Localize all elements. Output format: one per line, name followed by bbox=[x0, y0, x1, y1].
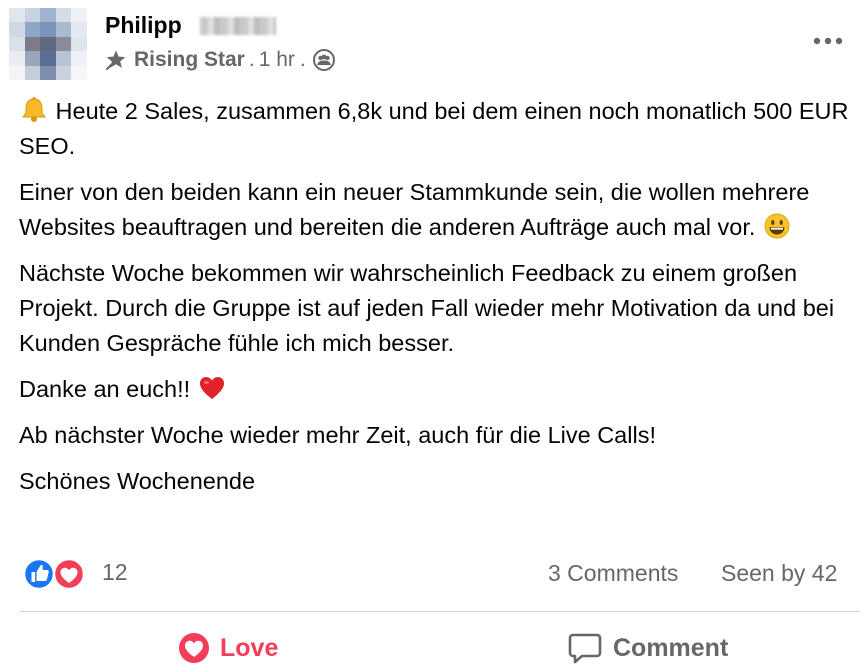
seen-by-count[interactable]: Seen by 42 bbox=[721, 560, 837, 587]
post-paragraph: Nächste Woche bekommen wir wahrscheinlic… bbox=[19, 256, 855, 361]
post-actions: Love Comment bbox=[0, 620, 865, 671]
paragraph-text: Einer von den beiden kann ein neuer Stam… bbox=[19, 179, 810, 240]
post-header: Philipp Rising Star . 1 hr . bbox=[0, 0, 865, 90]
comment-button[interactable]: Comment bbox=[567, 628, 728, 668]
grinning-face-emoji bbox=[762, 212, 792, 240]
paragraph-text: Ab nächster Woche wieder mehr Zeit, auch… bbox=[19, 422, 656, 448]
avatar[interactable] bbox=[9, 8, 87, 80]
post-paragraph: Einer von den beiden kann ein neuer Stam… bbox=[19, 175, 855, 245]
love-reaction-icon bbox=[52, 557, 86, 591]
more-options-icon bbox=[813, 37, 843, 45]
love-icon bbox=[179, 633, 209, 663]
post-stats: 12 3 Comments Seen by 42 bbox=[0, 553, 865, 595]
author-lastname-redacted bbox=[200, 17, 276, 35]
rising-star-badge-icon bbox=[104, 48, 128, 72]
group-members-icon[interactable] bbox=[312, 48, 336, 72]
post-timestamp[interactable]: 1 hr bbox=[259, 48, 295, 72]
comment-button-label: Comment bbox=[613, 633, 729, 662]
post-paragraph: Heute 2 Sales, zusammen 6,8k und bei dem… bbox=[19, 94, 855, 164]
post-paragraph: Schönes Wochenende bbox=[19, 464, 855, 499]
paragraph-text: Nächste Woche bekommen wir wahrscheinlic… bbox=[19, 260, 835, 356]
meta-separator: . bbox=[299, 48, 306, 71]
love-button[interactable]: Love bbox=[178, 628, 278, 668]
more-options-button[interactable] bbox=[808, 28, 848, 54]
post-paragraph: Danke an euch!! bbox=[19, 372, 855, 407]
comments-count[interactable]: 3 Comments bbox=[548, 560, 678, 587]
author-name[interactable]: Philipp bbox=[105, 10, 182, 40]
red-heart-emoji bbox=[197, 374, 227, 402]
post-paragraph: Ab nächster Woche wieder mehr Zeit, auch… bbox=[19, 418, 855, 453]
paragraph-text: Schönes Wochenende bbox=[19, 468, 256, 494]
post-meta: Rising Star . 1 hr . bbox=[104, 46, 336, 74]
bell-emoji bbox=[19, 96, 49, 124]
comment-icon bbox=[568, 633, 602, 664]
post-body: Heute 2 Sales, zusammen 6,8k und bei dem… bbox=[19, 94, 855, 510]
divider bbox=[19, 611, 860, 612]
reaction-count[interactable]: 12 bbox=[102, 559, 128, 586]
love-button-label: Love bbox=[220, 633, 279, 662]
like-reaction-icon bbox=[22, 557, 56, 591]
member-badge-label[interactable]: Rising Star bbox=[134, 48, 245, 72]
meta-separator: . bbox=[248, 48, 255, 71]
reaction-icons[interactable] bbox=[22, 557, 88, 591]
paragraph-text: Heute 2 Sales, zusammen 6,8k und bei dem… bbox=[19, 98, 849, 159]
paragraph-text: Danke an euch!! bbox=[19, 376, 191, 402]
